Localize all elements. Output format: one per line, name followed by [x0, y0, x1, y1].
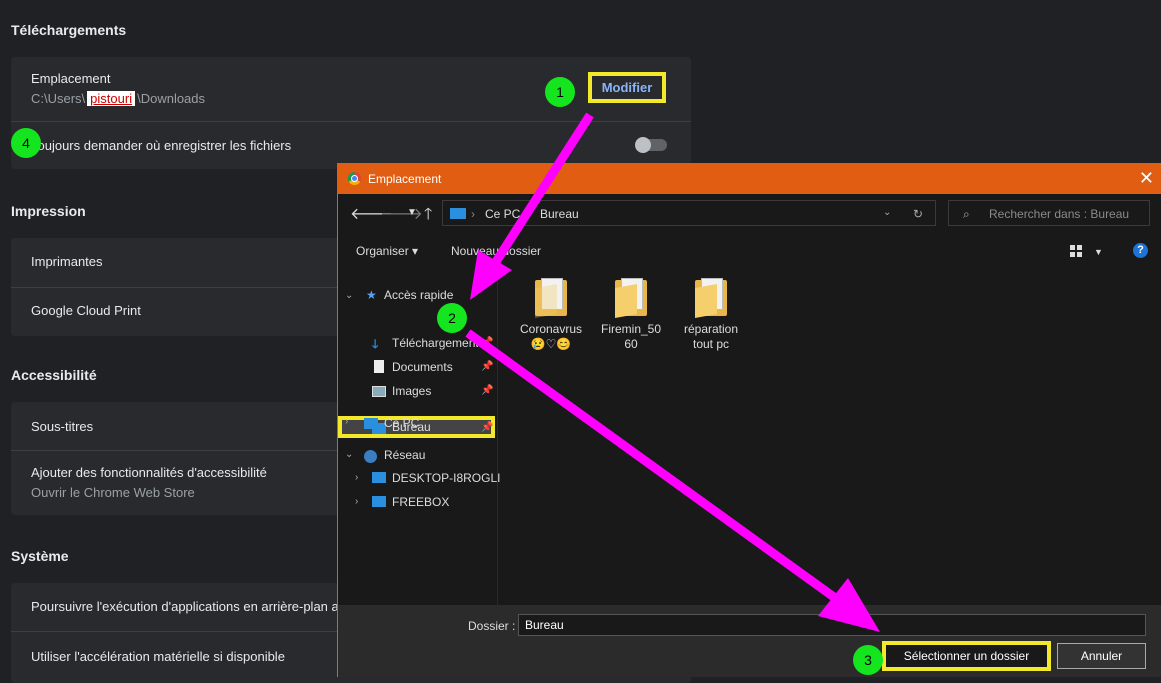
pin-icon: 📌 — [481, 337, 494, 348]
folder-name-line2: 60 — [624, 337, 638, 351]
path-suffix: \Downloads — [137, 91, 206, 106]
location-path: C:\Users\ pistouri \Downloads — [31, 91, 205, 106]
folder-name-line1: Coronavrus — [519, 322, 583, 336]
folder-icon — [695, 278, 727, 318]
view-options-icon[interactable] — [1070, 245, 1082, 257]
expand-chevron-icon[interactable]: ⌄ — [345, 290, 353, 301]
document-icon — [374, 360, 384, 373]
search-placeholder: Rechercher dans : Bureau — [989, 207, 1130, 221]
step-badge-2: 2 — [437, 303, 467, 333]
select-folder-button[interactable]: Sélectionner un dossier — [882, 641, 1051, 671]
download-icon: 🡓 — [372, 337, 379, 351]
cancel-button[interactable]: Annuler — [1057, 643, 1146, 669]
close-icon[interactable]: ✕ — [1139, 168, 1154, 189]
cloud-print-item[interactable]: Google Cloud Print — [31, 303, 141, 318]
background-apps-item[interactable]: Poursuivre l'exécution d'applications en… — [31, 599, 339, 614]
folder-name-line2: tout pc — [692, 337, 730, 351]
add-accessibility-item[interactable]: Ajouter des fonctionnalités d'accessibil… — [31, 465, 267, 480]
quick-access-item[interactable]: Accès rapide — [384, 288, 453, 302]
star-icon: ★ — [366, 288, 377, 302]
computer-icon — [364, 418, 378, 429]
path-prefix: C:\Users\ — [31, 91, 86, 106]
nav-item-documents[interactable]: Documents — [392, 360, 453, 374]
nav-item-images[interactable]: Images — [392, 384, 431, 398]
dialog-title: Emplacement — [368, 172, 442, 186]
address-current[interactable]: Bureau — [540, 207, 579, 221]
refresh-icon[interactable]: ↻ — [913, 207, 923, 221]
folder-picker-dialog: Emplacement ✕ 🡐 🡒 ▼ 🡑 › Ce PC › Bureau ⌄… — [337, 163, 1161, 677]
folder-icon — [615, 278, 647, 318]
help-icon[interactable]: ? — [1133, 243, 1148, 258]
folder-item[interactable]: Firemin_50 60 — [591, 278, 671, 352]
system-section-title: Système — [11, 548, 69, 564]
nav-item-downloads[interactable]: Téléchargements — [392, 336, 478, 350]
expand-chevron-icon[interactable]: › — [355, 472, 358, 483]
folder-name-line1: réparation — [683, 322, 739, 336]
recent-chevron-icon[interactable]: ▼ — [407, 207, 417, 218]
new-folder-button[interactable]: Nouveau dossier — [451, 244, 541, 258]
nav-item-desktop-pc[interactable]: DESKTOP-I8ROGLI — [392, 471, 500, 485]
web-store-link: Ouvrir le Chrome Web Store — [31, 485, 195, 500]
expand-chevron-icon[interactable]: › — [355, 496, 358, 507]
folder-item[interactable]: Coronavrus 😢♡😊 — [511, 278, 591, 352]
nav-item-freebox[interactable]: FREEBOX — [392, 495, 449, 509]
step-badge-4: 4 — [11, 128, 41, 158]
folder-icon — [535, 278, 567, 318]
up-arrow-icon[interactable]: 🡑 — [424, 203, 432, 230]
organize-menu[interactable]: Organiser ▾ — [356, 244, 418, 258]
divider — [11, 121, 691, 122]
search-input[interactable]: ⌕ Rechercher dans : Bureau — [948, 200, 1150, 226]
pin-icon: 📌 — [481, 385, 494, 396]
ask-location-toggle[interactable] — [635, 137, 667, 153]
ask-location-label: Toujours demander où enregistrer les fic… — [31, 138, 292, 153]
computer-icon — [450, 208, 466, 219]
pin-icon: 📌 — [481, 422, 494, 433]
address-separator: › — [527, 207, 531, 221]
navigation-pane: ⌄ ★ Accès rapide Bureau 📌 🡓 Téléchargeme… — [338, 273, 500, 605]
location-label: Emplacement — [31, 71, 111, 86]
expand-chevron-icon[interactable]: › — [345, 416, 348, 427]
folder-item[interactable]: réparation tout pc — [671, 278, 751, 352]
path-user: pistouri — [87, 91, 136, 106]
printers-item[interactable]: Imprimantes — [31, 254, 103, 269]
nav-item-this-pc[interactable]: Ce PC — [384, 416, 419, 430]
address-dropdown-icon[interactable]: ⌄ — [883, 207, 891, 218]
chrome-icon — [348, 172, 361, 185]
nav-item-network[interactable]: Réseau — [384, 448, 425, 462]
dialog-titlebar: Emplacement ✕ — [338, 163, 1161, 194]
address-this-pc[interactable]: Ce PC — [485, 207, 520, 221]
folder-name-line2: 😢♡😊 — [530, 337, 572, 351]
view-dropdown-icon[interactable]: ▼ — [1094, 247, 1103, 257]
computer-icon — [372, 496, 386, 507]
downloads-section-title: Téléchargements — [11, 22, 127, 38]
accessibility-section-title: Accessibilité — [11, 367, 97, 383]
step-badge-3: 3 — [853, 645, 883, 675]
computer-icon — [372, 472, 386, 483]
modify-location-button[interactable]: Modifier — [588, 72, 666, 103]
expand-chevron-icon[interactable]: ⌄ — [345, 449, 353, 460]
printing-section-title: Impression — [11, 203, 86, 219]
toggle-knob — [635, 137, 651, 153]
images-icon — [372, 386, 386, 397]
address-separator: › — [471, 207, 475, 221]
network-icon — [364, 450, 377, 463]
captions-item[interactable]: Sous-titres — [31, 419, 93, 434]
folder-field-label: Dossier : — [468, 619, 516, 633]
hardware-accel-item[interactable]: Utiliser l'accélération matérielle si di… — [31, 649, 285, 664]
step-badge-1: 1 — [545, 77, 575, 107]
folder-name-field[interactable]: Bureau — [518, 614, 1146, 636]
address-bar[interactable]: › Ce PC › Bureau ⌄ ↻ — [442, 200, 936, 226]
search-icon: ⌕ — [963, 207, 970, 221]
folder-name-line1: Firemin_50 — [600, 322, 662, 336]
pin-icon: 📌 — [481, 361, 494, 372]
